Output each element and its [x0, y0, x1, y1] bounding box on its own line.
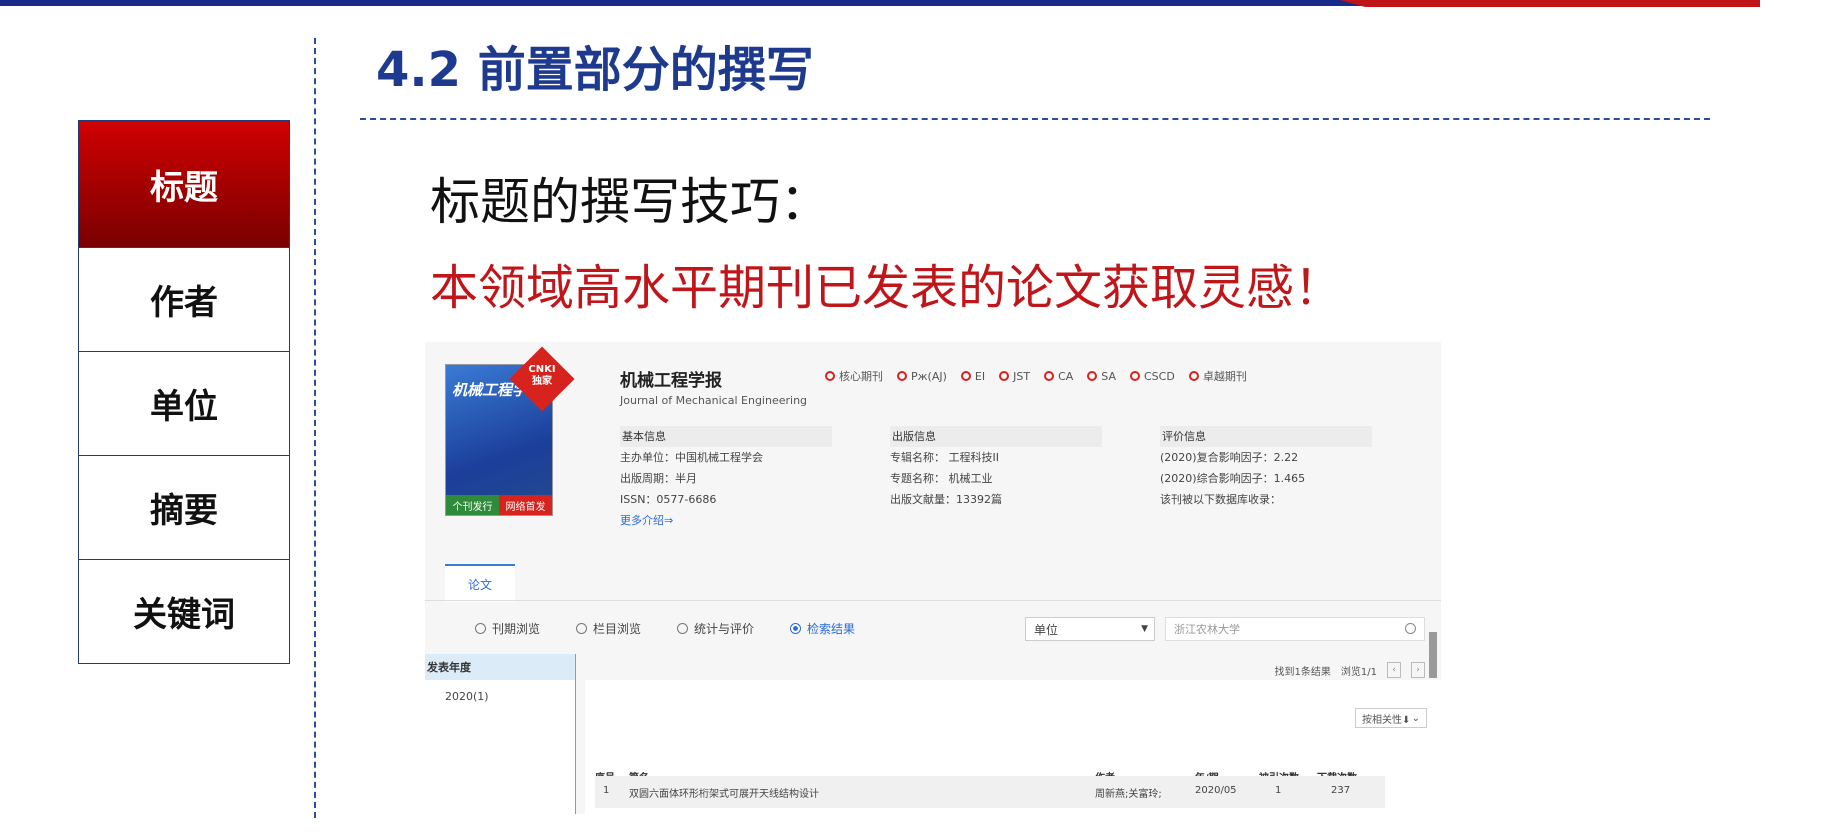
- field-select[interactable]: 单位 ▼: [1025, 617, 1155, 641]
- year-item[interactable]: 2020(1): [425, 680, 575, 713]
- year-filter: 发表年度 2020(1): [425, 654, 576, 814]
- radio-icon: [576, 623, 588, 634]
- award-icon: [1130, 371, 1140, 381]
- badge-sa: SA: [1087, 368, 1116, 384]
- side-tabs: 标题 作者 单位 摘要 关键词: [78, 120, 290, 664]
- basic-info-line: ISSN：0577-6686: [620, 493, 717, 506]
- index-badges: 核心期刊 Pж(AJ) EI JST CA SA CSCD 卓越期刊: [825, 368, 1247, 384]
- journal-name[interactable]: 机械工程学报: [620, 366, 722, 391]
- prev-page-icon[interactable]: ‹: [1387, 662, 1401, 678]
- tab-abstract[interactable]: 摘要: [78, 456, 290, 560]
- eval-info: 评价信息 (2020)复合影响因子：2.22 (2020)综合影响因子：1.46…: [1160, 426, 1372, 510]
- award-icon: [999, 371, 1010, 381]
- eval-info-header: 评价信息: [1160, 426, 1372, 447]
- badge-excellent: 卓越期刊: [1188, 368, 1247, 384]
- cnki-badge-text: CNKI 独家: [528, 364, 556, 387]
- radio-icon: [677, 623, 689, 634]
- badge-ajp: Pж(AJ): [897, 368, 947, 384]
- view-radios: 刊期浏览 栏目浏览 统计与评价 检索结果: [475, 620, 855, 637]
- pub-info-header: 出版信息: [890, 426, 1102, 447]
- tab-divider: [425, 600, 1441, 601]
- results-box: 按相关性⬇⌄ 序号 篇名 作者 年/期 被引次数 下载次数 1 双圆六面体环形桁…: [585, 680, 1441, 814]
- basic-info-line: 出版周期：半月: [620, 472, 697, 485]
- tab-author[interactable]: 作者: [78, 248, 290, 352]
- embedded-screenshot: 机械工程学报 个刊发行 网络首发 CNKI 独家 机械工程学报 Journal …: [425, 342, 1441, 814]
- top-red-bar: [1340, 0, 1760, 7]
- pub-info-line: 专辑名称： 工程科技II: [890, 451, 999, 464]
- award-icon: [1044, 371, 1055, 381]
- search-input[interactable]: 浙江农林大学: [1165, 617, 1425, 641]
- badge-ca: CA: [1044, 368, 1073, 384]
- paper-title-link[interactable]: 双圆六面体环形桁架式可展开天线结构设计: [629, 785, 819, 800]
- radio-search-results[interactable]: 检索结果: [790, 620, 855, 637]
- tab-title[interactable]: 标题: [78, 120, 290, 248]
- tab-affiliation[interactable]: 单位: [78, 352, 290, 456]
- badge-core: 核心期刊: [825, 368, 883, 384]
- radio-stats[interactable]: 统计与评价: [677, 620, 754, 637]
- badge-jst: JST: [999, 368, 1030, 384]
- search-icon[interactable]: [1405, 623, 1416, 634]
- tab-papers[interactable]: 论文: [445, 564, 515, 602]
- tab-keywords[interactable]: 关键词: [78, 560, 290, 664]
- more-info-link[interactable]: 更多介绍⇒: [620, 510, 832, 531]
- sort-select[interactable]: 按相关性⬇ ⌄: [1355, 708, 1427, 728]
- journal-english-name: Journal of Mechanical Engineering: [620, 394, 808, 407]
- slide-title: 4.2 前置部分的撰写: [376, 42, 814, 98]
- browse-page: 浏览1/1: [1340, 666, 1377, 678]
- next-page-icon[interactable]: ›: [1411, 662, 1425, 678]
- basic-info-line: 主办单位：中国机械工程学会: [620, 451, 763, 464]
- vertical-divider: [314, 38, 316, 818]
- award-icon: [1087, 371, 1098, 381]
- pub-info-line: 出版文献量：13392篇: [890, 493, 1002, 506]
- found-count: 找到1条结果: [1274, 666, 1331, 678]
- badge-cscd: CSCD: [1130, 368, 1175, 384]
- horizontal-divider: [360, 118, 1710, 120]
- award-icon: [960, 371, 971, 381]
- caret-down-icon: ▼: [1141, 624, 1148, 634]
- pub-info-line: 专题名称： 机械工业: [890, 472, 993, 485]
- cover-bar-right: 网络首发: [499, 495, 552, 515]
- radio-issue-browse[interactable]: 刊期浏览: [475, 620, 540, 637]
- chevron-down-icon: ⌄: [1411, 712, 1420, 724]
- award-icon: [1188, 371, 1199, 381]
- result-summary: 找到1条结果 浏览1/1 ‹ ›: [1275, 662, 1425, 678]
- award-icon: [897, 371, 907, 381]
- eval-info-line: 该刊被以下数据库收录：: [1160, 493, 1281, 506]
- radio-icon: [475, 623, 486, 634]
- year-filter-header: 发表年度: [425, 654, 575, 680]
- basic-info: 基本信息 主办单位：中国机械工程学会 出版周期：半月 ISSN：0577-668…: [620, 426, 832, 531]
- table-row[interactable]: 1 双圆六面体环形桁架式可展开天线结构设计 周新燕;关富玲; 2020/05 1…: [595, 776, 1385, 808]
- cover-bar: 个刊发行 网络首发: [446, 495, 552, 515]
- highlight-text: 本领域高水平期刊已发表的论文获取灵感！: [430, 260, 1343, 316]
- eval-info-line: (2020)复合影响因子：2.22: [1160, 451, 1299, 464]
- pub-info: 出版信息 专辑名称： 工程科技II 专题名称： 机械工业 出版文献量：13392…: [890, 426, 1102, 510]
- award-icon: [825, 371, 835, 381]
- eval-info-line: (2020)综合影响因子：1.465: [1160, 472, 1306, 485]
- section-heading: 标题的撰写技巧：: [430, 173, 830, 231]
- basic-info-header: 基本信息: [620, 426, 832, 447]
- badge-ei: EI: [960, 368, 985, 384]
- results-area: 找到1条结果 浏览1/1 ‹ › 按相关性⬇⌄ 序号 篇名 作者 年/期 被引次…: [585, 654, 1441, 814]
- radio-column-browse[interactable]: 栏目浏览: [576, 620, 641, 637]
- cover-bar-left: 个刊发行: [446, 495, 499, 515]
- radio-icon: [790, 623, 802, 634]
